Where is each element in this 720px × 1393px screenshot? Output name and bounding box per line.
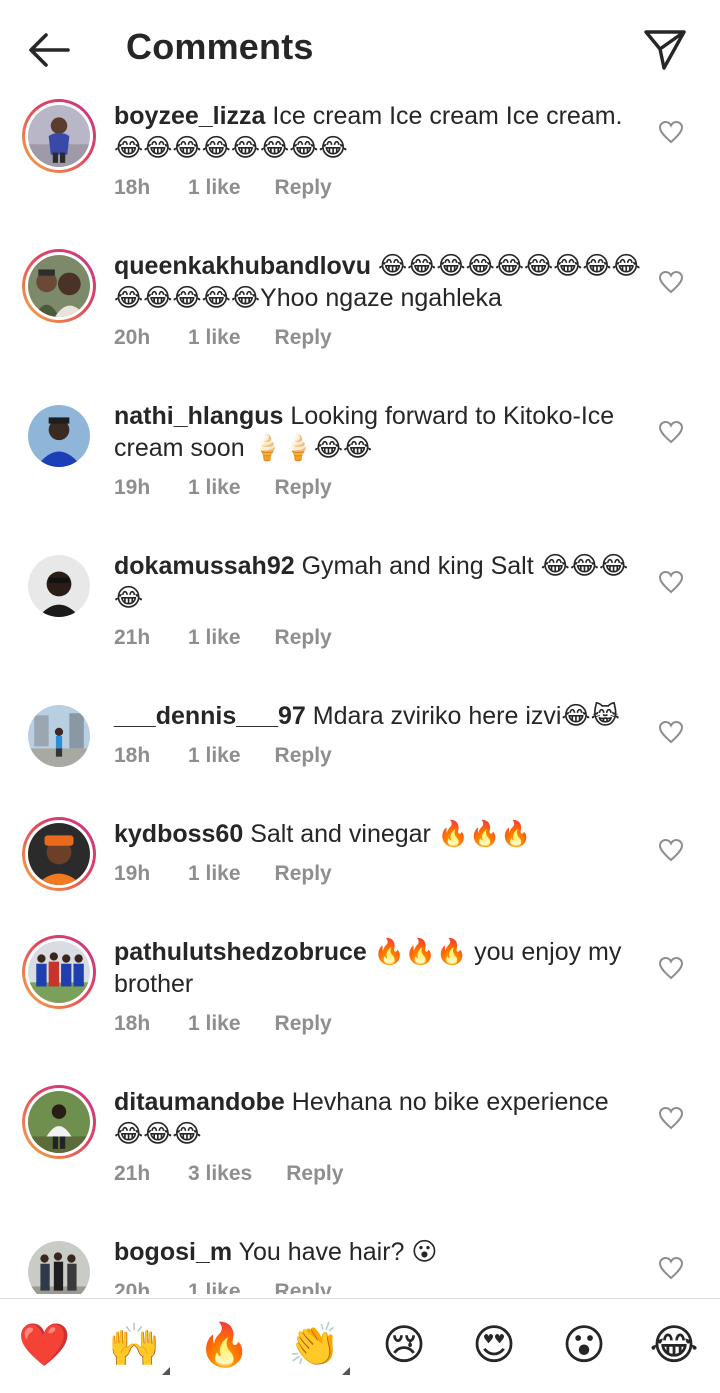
- comment-username[interactable]: pathulutshedzobruce: [114, 938, 367, 966]
- comments-list[interactable]: boyzee_lizza Ice cream Ice cream Ice cre…: [0, 96, 720, 1294]
- comment-time: 19h: [114, 476, 151, 499]
- heart-icon[interactable]: [658, 838, 684, 862]
- comment-item: pathulutshedzobruce 🔥🔥🔥 you enjoy my bro…: [0, 932, 720, 1082]
- avatar[interactable]: [22, 817, 96, 891]
- reaction-heart-eyes[interactable]: 😍: [468, 1319, 520, 1371]
- comment-text: Mdara zviriko here izvi😂😹: [312, 702, 620, 730]
- avatar[interactable]: [22, 99, 96, 173]
- reply-button[interactable]: Reply: [275, 1012, 332, 1036]
- paper-plane-icon: [644, 30, 686, 70]
- comment-likes[interactable]: 1 like: [188, 1280, 241, 1294]
- heart-icon[interactable]: [658, 1256, 684, 1280]
- raised-hands-icon: 🙌: [108, 1321, 161, 1368]
- avatar[interactable]: [22, 1235, 96, 1294]
- reply-button[interactable]: Reply: [275, 744, 332, 768]
- heart-icon[interactable]: [658, 420, 684, 444]
- back-button[interactable]: [26, 30, 72, 70]
- comment-time: 18h: [114, 1012, 151, 1035]
- comment-time: 20h: [114, 326, 151, 349]
- comment-item: dokamussah92 Gymah and king Salt 😂😂😂😂 21…: [0, 546, 720, 696]
- comment-item: bogosi_m You have hair? 😮 20h 1 like Reply: [0, 1232, 720, 1294]
- comment-item: boyzee_lizza Ice cream Ice cream Ice cre…: [0, 96, 720, 246]
- heart-icon[interactable]: [658, 956, 684, 980]
- avatar[interactable]: [22, 249, 96, 323]
- comment-likes[interactable]: 1 like: [188, 1012, 241, 1036]
- skin-tone-indicator: [162, 1367, 170, 1375]
- comment-time: 18h: [114, 176, 151, 199]
- comment-username[interactable]: queenkakhubandlovu: [114, 252, 371, 280]
- comment-username[interactable]: bogosi_m: [114, 1238, 232, 1266]
- reaction-raised-hands[interactable]: 🙌: [108, 1319, 170, 1375]
- heart-icon[interactable]: [658, 720, 684, 744]
- comment-username[interactable]: ___dennis___97: [114, 702, 306, 730]
- comment-likes[interactable]: 1 like: [188, 176, 241, 200]
- share-button[interactable]: [642, 27, 688, 73]
- arrow-left-icon: [29, 33, 70, 67]
- comment-username[interactable]: ditaumandobe: [114, 1088, 285, 1116]
- comment-time: 20h: [114, 1280, 151, 1294]
- reaction-joy[interactable]: 😂: [648, 1319, 700, 1371]
- reaction-crying[interactable]: 😢: [378, 1319, 430, 1371]
- page-title: Comments: [126, 26, 314, 67]
- comment-likes[interactable]: 1 like: [188, 326, 241, 350]
- comment-likes[interactable]: 1 like: [188, 476, 241, 500]
- reply-button[interactable]: Reply: [275, 176, 332, 200]
- comment-time: 19h: [114, 862, 151, 885]
- avatar[interactable]: [22, 1085, 96, 1159]
- quick-reaction-bar: ❤️ 🙌 🔥 👏 😢 😍 😮 😂: [0, 1298, 720, 1393]
- clapping-hands-icon: 👏: [288, 1321, 341, 1368]
- comment-item: ___dennis___97 Mdara zviriko here izvi😂😹…: [0, 696, 720, 814]
- reaction-fire[interactable]: 🔥: [198, 1319, 250, 1371]
- avatar[interactable]: [22, 699, 96, 773]
- comment-username[interactable]: dokamussah92: [114, 552, 295, 580]
- comment-text: Salt and vinegar 🔥🔥🔥: [250, 820, 532, 848]
- skin-tone-indicator: [342, 1367, 350, 1375]
- heart-icon[interactable]: [658, 570, 684, 594]
- avatar[interactable]: [22, 549, 96, 623]
- comment-likes[interactable]: 1 like: [188, 626, 241, 650]
- comment-time: 18h: [114, 744, 151, 767]
- heart-icon[interactable]: [658, 120, 684, 144]
- comment-username[interactable]: kydboss60: [114, 820, 243, 848]
- comment-time: 21h: [114, 626, 151, 649]
- comment-likes[interactable]: 1 like: [188, 862, 241, 886]
- reaction-surprised[interactable]: 😮: [558, 1319, 610, 1371]
- comment-item: queenkakhubandlovu 😂😂😂😂😂😂😂😂😂😂😂😂😂😂Yhoo ng…: [0, 246, 720, 396]
- comment-time: 21h: [114, 1162, 151, 1185]
- heart-icon[interactable]: [658, 270, 684, 294]
- comment-item: nathi_hlangus Looking forward to Kitoko-…: [0, 396, 720, 546]
- comment-likes[interactable]: 3 likes: [188, 1162, 252, 1186]
- reply-button[interactable]: Reply: [275, 1280, 332, 1294]
- comment-item: kydboss60 Salt and vinegar 🔥🔥🔥 19h 1 like…: [0, 814, 720, 932]
- comment-item: ditaumandobe Hevhana no bike experience …: [0, 1082, 720, 1232]
- avatar[interactable]: [22, 935, 96, 1009]
- comment-text: You have hair? 😮: [238, 1238, 438, 1266]
- reaction-clapping[interactable]: 👏: [288, 1319, 350, 1375]
- heart-icon[interactable]: [658, 1106, 684, 1130]
- reply-button[interactable]: Reply: [275, 626, 332, 650]
- header-bar: Comments: [0, 0, 720, 96]
- reply-button[interactable]: Reply: [275, 326, 332, 350]
- reaction-heart[interactable]: ❤️: [18, 1319, 70, 1371]
- comment-username[interactable]: nathi_hlangus: [114, 402, 283, 430]
- comment-username[interactable]: boyzee_lizza: [114, 102, 265, 130]
- avatar[interactable]: [22, 399, 96, 473]
- reply-button[interactable]: Reply: [275, 862, 332, 886]
- reply-button[interactable]: Reply: [275, 476, 332, 500]
- comment-likes[interactable]: 1 like: [188, 744, 241, 768]
- reply-button[interactable]: Reply: [286, 1162, 343, 1186]
